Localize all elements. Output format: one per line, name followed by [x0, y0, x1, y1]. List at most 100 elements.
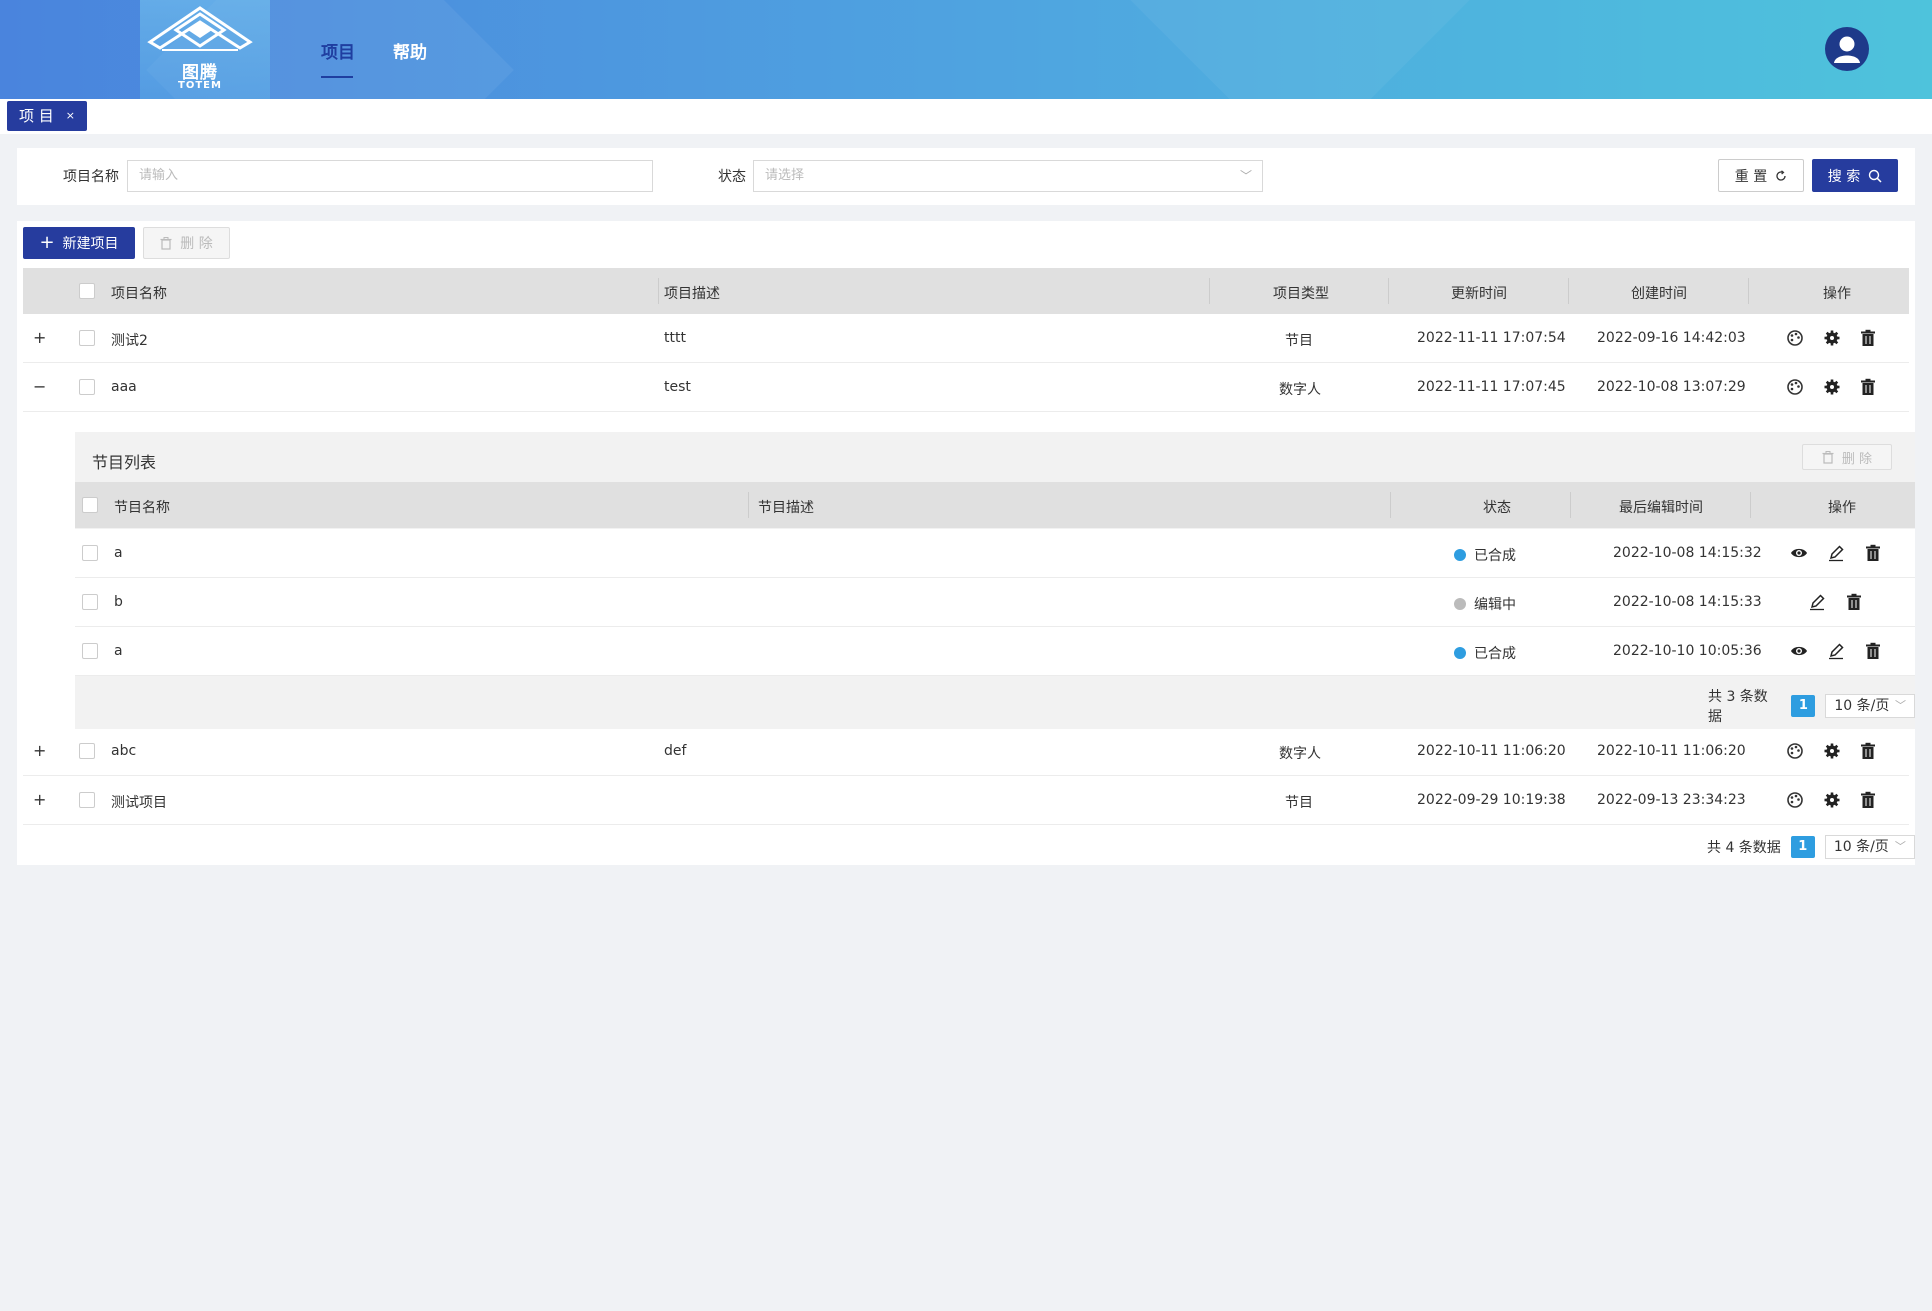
- project-type: 节目: [1285, 795, 1313, 811]
- chevron-down-icon: ﹀: [1895, 699, 1906, 712]
- collapse-row-icon[interactable]: −: [33, 377, 46, 396]
- program-delete-label: 删 除: [1841, 451, 1873, 467]
- col-header-status: 状态: [1483, 500, 1511, 516]
- program-row-checkbox[interactable]: [82, 643, 98, 659]
- program-status: 已合成: [1454, 545, 1516, 565]
- program-status-text: 已合成: [1474, 646, 1516, 662]
- col-header-program-name: 节目名称: [114, 500, 170, 516]
- edit-pencil-icon[interactable]: [1827, 544, 1845, 562]
- page-size-select[interactable]: 10 条/页 ﹀: [1824, 835, 1915, 859]
- program-row-checkbox[interactable]: [82, 545, 98, 561]
- edit-pencil-icon[interactable]: [1827, 642, 1845, 660]
- updated-time: 2022-10-11 11:06:20: [1417, 743, 1566, 759]
- status-select[interactable]: 请选择 ﹀: [753, 160, 1263, 192]
- expand-row-icon[interactable]: +: [33, 790, 46, 809]
- tab-close-icon[interactable]: ×: [66, 101, 75, 131]
- created-time: 2022-10-11 11:06:20: [1597, 743, 1746, 759]
- header-decoration: [1130, 0, 1470, 99]
- search-icon: [1869, 169, 1882, 183]
- page-size-select[interactable]: 10 条/页 ﹀: [1825, 694, 1915, 718]
- created-time: 2022-09-16 14:42:03: [1597, 330, 1746, 346]
- new-project-button[interactable]: + 新建项目: [23, 227, 135, 259]
- status-done-icon: [1454, 647, 1466, 659]
- table-row[interactable]: + 测试2 tttt 节目 2022-11-11 17:07:54 2022-0…: [23, 314, 1909, 363]
- trash-icon[interactable]: [1859, 791, 1877, 809]
- tab-bar: 项 目 ×: [0, 99, 1932, 134]
- last-edited-time: 2022-10-08 14:15:32: [1613, 545, 1762, 561]
- program-row[interactable]: b 编辑中 2022-10-08 14:15:33: [75, 578, 1915, 627]
- project-name-input[interactable]: 请输入: [127, 160, 653, 192]
- eye-icon[interactable]: [1790, 642, 1808, 660]
- project-name: abc: [111, 743, 137, 759]
- settings-gear-icon[interactable]: [1823, 791, 1841, 809]
- col-header-desc: 项目描述: [664, 286, 720, 302]
- program-row[interactable]: a 已合成 2022-10-08 14:15:32: [75, 529, 1915, 578]
- settings-gear-icon[interactable]: [1823, 378, 1841, 396]
- nav-item-help[interactable]: 帮助: [393, 38, 427, 63]
- eye-icon[interactable]: [1790, 544, 1808, 562]
- nav-item-projects[interactable]: 项目: [321, 38, 355, 63]
- settings-gear-icon[interactable]: [1823, 742, 1841, 760]
- trash-icon[interactable]: [1864, 544, 1882, 562]
- program-row-checkbox[interactable]: [82, 594, 98, 610]
- reset-button[interactable]: 重 置: [1718, 159, 1804, 192]
- delete-button[interactable]: 删 除: [143, 227, 230, 259]
- edit-pencil-icon[interactable]: [1808, 593, 1826, 611]
- table-row[interactable]: − aaa test 数字人 2022-11-11 17:07:45 2022-…: [23, 363, 1909, 412]
- status-placeholder: 请选择: [765, 168, 805, 183]
- page-1-button[interactable]: 1: [1790, 836, 1815, 858]
- project-name-label: 项目名称: [63, 169, 119, 185]
- palette-icon[interactable]: [1786, 791, 1804, 809]
- settings-gear-icon[interactable]: [1823, 329, 1841, 347]
- program-table-header: 节目名称 节目描述 状态 最后编辑时间 操作: [75, 482, 1915, 528]
- search-button[interactable]: 搜 索: [1812, 159, 1898, 192]
- palette-icon[interactable]: [1786, 742, 1804, 760]
- program-status: 已合成: [1454, 643, 1516, 663]
- row-checkbox[interactable]: [79, 379, 95, 395]
- program-select-all-checkbox[interactable]: [82, 497, 98, 513]
- trash-icon[interactable]: [1859, 329, 1877, 347]
- program-row[interactable]: a 已合成 2022-10-10 10:05:36: [75, 627, 1915, 676]
- page-size-value: 10 条/页: [1834, 698, 1890, 714]
- palette-icon[interactable]: [1786, 329, 1804, 347]
- project-name: aaa: [111, 379, 137, 395]
- column-divider: [1570, 492, 1571, 518]
- program-status-text: 编辑中: [1474, 597, 1516, 613]
- logo-subtext: TOTEM: [178, 80, 222, 91]
- program-delete-button[interactable]: 删 除: [1802, 444, 1892, 470]
- table-row[interactable]: + abc def 数字人 2022-10-11 11:06:20 2022-1…: [23, 727, 1909, 776]
- program-name: b: [114, 594, 123, 610]
- program-status-text: 已合成: [1474, 548, 1516, 564]
- column-divider: [658, 278, 659, 304]
- trash-icon[interactable]: [1845, 593, 1863, 611]
- expand-row-icon[interactable]: +: [33, 328, 46, 347]
- last-edited-time: 2022-10-08 14:15:33: [1613, 594, 1762, 610]
- page-1-button[interactable]: 1: [1791, 695, 1816, 717]
- tab-projects[interactable]: 项 目 ×: [7, 101, 87, 131]
- project-name-placeholder: 请输入: [139, 168, 179, 183]
- trash-icon[interactable]: [1859, 742, 1877, 760]
- top-header: 图腾 TOTEM 项目 帮助: [0, 0, 1932, 99]
- table-row[interactable]: + 测试项目 节目 2022-09-29 10:19:38 2022-09-13…: [23, 776, 1909, 825]
- chevron-down-icon: ﹀: [1894, 840, 1906, 853]
- project-total-count: 共 4 条数据: [1707, 840, 1781, 856]
- project-desc: test: [664, 379, 691, 395]
- expand-row-icon[interactable]: +: [33, 741, 46, 760]
- created-time: 2022-10-08 13:07:29: [1597, 379, 1746, 395]
- page-size-value: 10 条/页: [1833, 839, 1889, 855]
- palette-icon[interactable]: [1786, 378, 1804, 396]
- row-checkbox[interactable]: [79, 743, 95, 759]
- user-avatar[interactable]: [1825, 27, 1869, 71]
- chevron-down-icon: ﹀: [1239, 169, 1252, 183]
- search-button-label: 搜 索: [1827, 168, 1861, 185]
- select-all-checkbox[interactable]: [79, 283, 95, 299]
- table-header: 项目名称 项目描述 项目类型 更新时间 创建时间 操作: [23, 268, 1909, 314]
- trash-icon[interactable]: [1864, 642, 1882, 660]
- col-header-created: 创建时间: [1631, 286, 1687, 302]
- row-checkbox[interactable]: [79, 330, 95, 346]
- row-checkbox[interactable]: [79, 792, 95, 808]
- new-project-label: 新建项目: [62, 236, 119, 252]
- plus-icon: +: [39, 232, 55, 253]
- trash-icon[interactable]: [1859, 378, 1877, 396]
- updated-time: 2022-11-11 17:07:45: [1417, 379, 1566, 395]
